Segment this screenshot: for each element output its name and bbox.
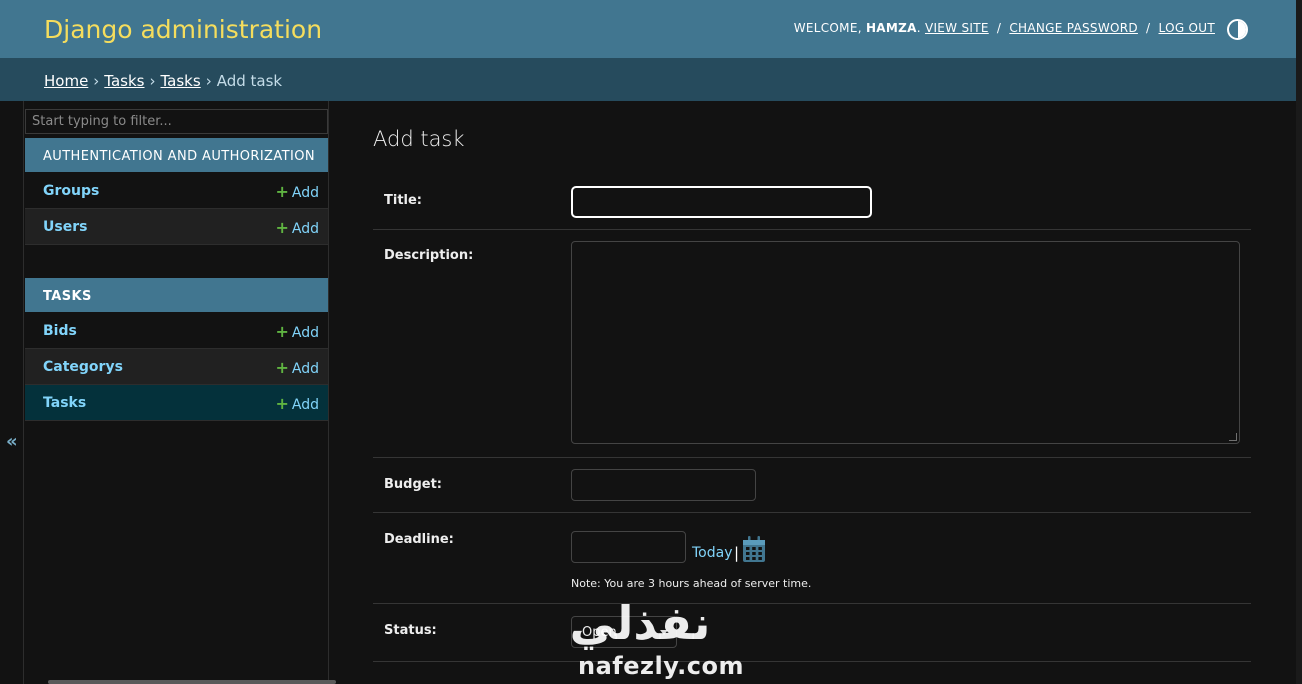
change-password-link[interactable]: Change password xyxy=(1009,21,1138,35)
theme-toggle-icon[interactable] xyxy=(1227,19,1248,40)
sidebar-item-tasks: Tasks + Add xyxy=(25,385,328,421)
module-caption-auth[interactable]: Authentication and Authorization xyxy=(25,138,328,172)
add-label: Add xyxy=(291,361,319,377)
sidebar-item-label[interactable]: Groups xyxy=(43,183,99,199)
log-out-link[interactable]: Log out xyxy=(1159,21,1215,35)
collapse-sidebar-icon[interactable]: « xyxy=(6,431,18,452)
status-label: Status: xyxy=(384,623,437,638)
title-label: Title: xyxy=(384,193,423,208)
breadcrumb-model-link[interactable]: Tasks xyxy=(161,72,201,90)
user-tools: Welcome, hamza. View site / Change passw… xyxy=(793,21,1215,35)
breadcrumb-home-link[interactable]: Home xyxy=(44,72,88,90)
sidebar-item-bids: Bids + Add xyxy=(25,313,328,349)
plus-icon: + xyxy=(275,394,289,413)
sidebar-toggle-strip[interactable]: « xyxy=(0,101,24,684)
breadcrumb: Home › Tasks › Tasks › Add task xyxy=(0,58,1302,101)
budget-label: Budget: xyxy=(384,477,443,492)
budget-input[interactable] xyxy=(571,469,756,501)
plus-icon: + xyxy=(275,358,289,377)
breadcrumb-separator: › xyxy=(93,72,100,90)
form-row-title: Title: xyxy=(373,175,1251,230)
breadcrumb-current: Add task xyxy=(216,72,283,90)
sidebar-item-categorys: Categorys + Add xyxy=(25,349,328,385)
module-caption-tasks[interactable]: Tasks xyxy=(25,278,328,312)
add-label: Add xyxy=(291,325,319,341)
sidebar-item-users: Users + Add xyxy=(25,209,328,245)
page-title: Add task xyxy=(373,127,465,151)
plus-icon: + xyxy=(275,322,289,341)
add-label: Add xyxy=(291,397,319,413)
resize-handle[interactable] xyxy=(1229,433,1237,441)
link-separator: | xyxy=(734,544,740,562)
title-input[interactable] xyxy=(571,186,872,218)
plus-icon: + xyxy=(275,182,289,201)
separator: / xyxy=(996,21,1002,35)
site-name-link[interactable]: Django administration xyxy=(44,15,322,44)
watermark-logo: نفذلي xyxy=(569,596,711,650)
description-label: Description: xyxy=(384,248,474,263)
main-content: Add task Title: Description: Budget: Dea… xyxy=(329,101,1302,684)
watermark-domain: nafezly.com xyxy=(578,652,744,680)
add-categorys-button[interactable]: + Add xyxy=(275,358,319,377)
sidebar-item-label[interactable]: Tasks xyxy=(43,395,86,411)
deadline-label: Deadline: xyxy=(384,532,454,547)
timezone-note: Note: You are 3 hours ahead of server ti… xyxy=(571,577,812,590)
view-site-link[interactable]: View site xyxy=(925,21,989,35)
vertical-scrollbar[interactable] xyxy=(1296,0,1302,684)
form-row-status: Status: Open xyxy=(373,604,1251,662)
sidebar-item-label[interactable]: Categorys xyxy=(43,359,123,375)
username: hamza xyxy=(865,21,917,35)
today-link[interactable]: Today xyxy=(692,545,733,561)
sidebar-item-label[interactable]: Users xyxy=(43,219,87,235)
nav-filter-input[interactable] xyxy=(25,109,328,134)
breadcrumb-separator: › xyxy=(205,72,212,90)
calendar-icon[interactable] xyxy=(742,535,766,563)
add-groups-button[interactable]: + Add xyxy=(275,182,319,201)
breadcrumb-separator: › xyxy=(149,72,156,90)
header: Django administration Welcome, hamza. Vi… xyxy=(0,0,1302,58)
form-row-deadline: Deadline: Today | Note: You are 3 hours … xyxy=(373,513,1251,604)
separator: / xyxy=(1146,21,1151,35)
sidebar-item-label[interactable]: Bids xyxy=(43,323,77,339)
nav-sidebar: « Authentication and Authorization Group… xyxy=(0,101,329,684)
add-label: Add xyxy=(291,221,319,237)
horizontal-scrollbar[interactable] xyxy=(48,680,336,684)
form-row-budget: Budget: xyxy=(373,458,1251,513)
form-row-description: Description: xyxy=(373,230,1251,458)
add-users-button[interactable]: + Add xyxy=(275,218,319,237)
add-bids-button[interactable]: + Add xyxy=(275,322,319,341)
add-tasks-button[interactable]: + Add xyxy=(275,394,319,413)
breadcrumb-app-link[interactable]: Tasks xyxy=(104,72,144,90)
sidebar-item-groups: Groups + Add xyxy=(25,173,328,209)
plus-icon: + xyxy=(275,218,289,237)
description-textarea[interactable] xyxy=(571,241,1240,444)
welcome-text: Welcome, xyxy=(793,21,862,35)
deadline-input[interactable] xyxy=(571,531,686,563)
add-label: Add xyxy=(291,185,319,201)
